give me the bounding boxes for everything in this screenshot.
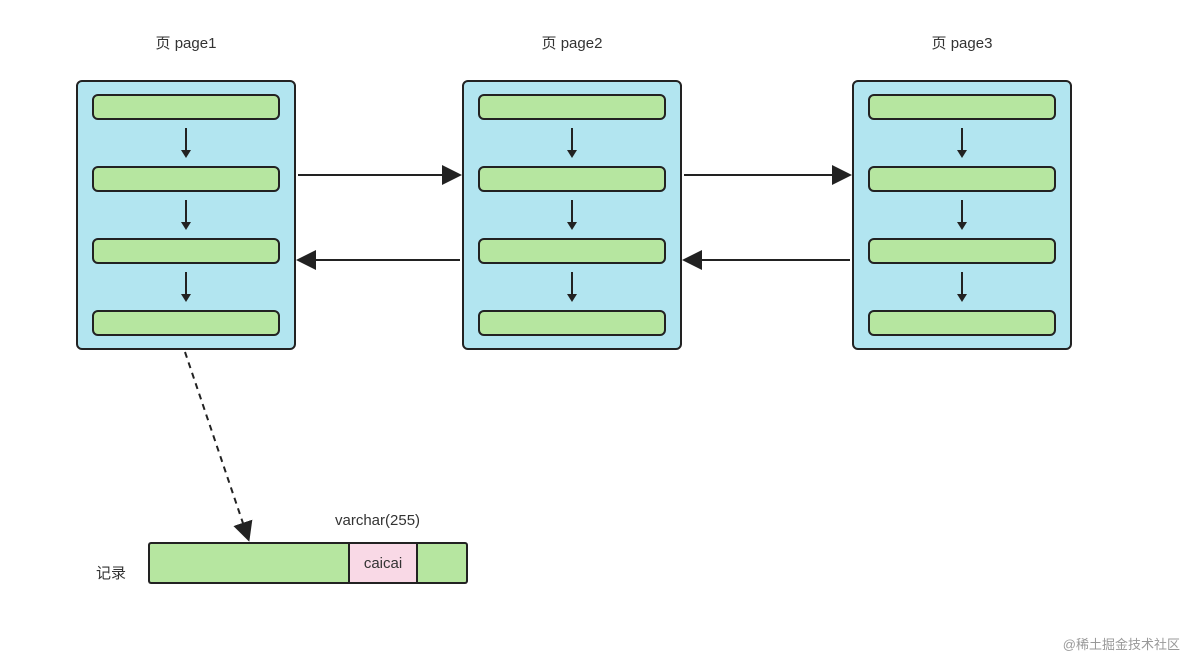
page2-row: [478, 310, 666, 336]
record-value-cell: caicai: [348, 542, 418, 584]
record-bar: caicai: [148, 542, 468, 584]
page1-row: [92, 166, 280, 192]
page1-row: [92, 310, 280, 336]
page2-row: [478, 166, 666, 192]
field-type-label: varchar(255): [335, 512, 420, 529]
page3-label: 页 page3: [852, 32, 1072, 53]
watermark: @稀土掘金技术社区: [1063, 634, 1180, 653]
record-label: 记录: [96, 562, 126, 583]
arrow-down-icon: [92, 200, 280, 230]
page2-box: [462, 80, 682, 350]
page3-row: [868, 238, 1056, 264]
arrow-down-icon: [478, 200, 666, 230]
page1-row: [92, 94, 280, 120]
record-cell: [418, 542, 468, 584]
arrow-down-icon: [478, 128, 666, 158]
page3-row: [868, 166, 1056, 192]
arrow-down-icon: [868, 272, 1056, 302]
page2-row: [478, 238, 666, 264]
arrow-down-icon: [478, 272, 666, 302]
page1-box: [76, 80, 296, 350]
arrow-down-icon: [868, 128, 1056, 158]
arrow-down-icon: [92, 272, 280, 302]
arrow-down-icon: [92, 128, 280, 158]
page2-label: 页 page2: [462, 32, 682, 53]
record-cell: [148, 542, 348, 584]
arrow-down-icon: [868, 200, 1056, 230]
page3-box: [852, 80, 1072, 350]
page1-row: [92, 238, 280, 264]
page3-row: [868, 310, 1056, 336]
page3-row: [868, 94, 1056, 120]
page2-row: [478, 94, 666, 120]
page1-label: 页 page1: [76, 32, 296, 53]
